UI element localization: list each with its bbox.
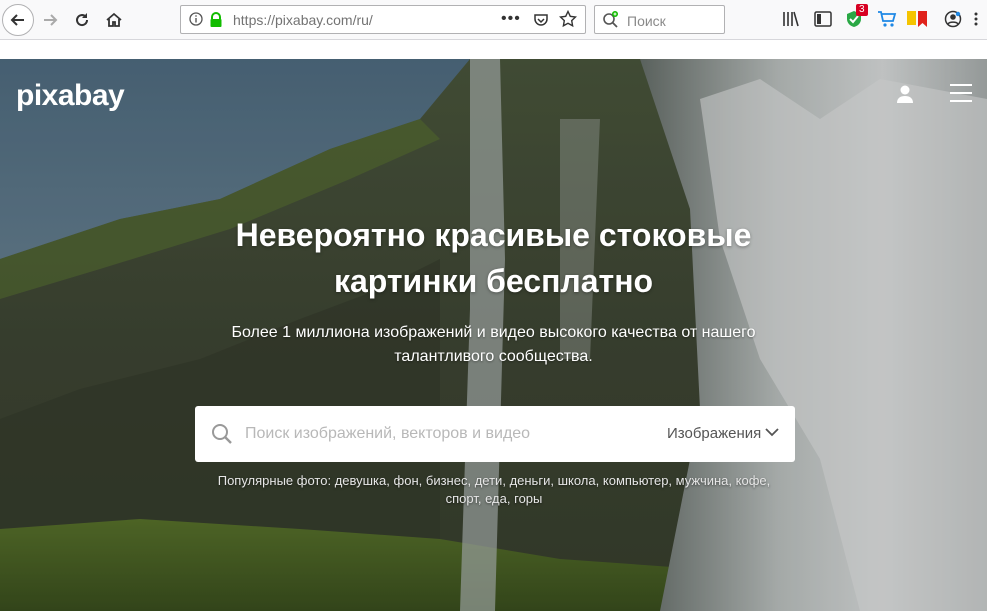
popular-tag-link[interactable]: дети [475,473,503,488]
hero-search-box: Изображения [195,406,795,462]
account-icon[interactable] [942,8,964,30]
popular-tag-link[interactable]: девушка [335,473,387,488]
browser-toolbar: https://pixabay.com/ru/ ••• Поиск 3 [0,0,987,40]
back-button[interactable] [2,4,34,36]
hero-section: pixabay Невероятно красивые стоковые кар… [0,59,987,611]
headline-line-1: Невероятно красивые стоковые [235,217,752,253]
forward-button[interactable] [34,4,66,36]
sidebar-toggle-icon[interactable] [812,8,834,30]
popular-tags: Популярные фото: девушка, фон, бизнес, д… [205,472,783,508]
popular-tag-link[interactable]: фон [394,473,419,488]
popular-tag-link[interactable]: кофе [736,473,767,488]
user-icon [897,85,913,103]
popular-tag-link[interactable]: компьютер [603,473,669,488]
home-button[interactable] [98,4,130,36]
info-icon[interactable] [189,12,203,26]
bookmark-extension-icon[interactable] [906,8,928,30]
reload-icon [76,13,89,27]
browser-search-field[interactable]: Поиск [594,5,725,34]
lock-icon[interactable] [209,12,223,28]
popular-tag-link[interactable]: школа [558,473,596,488]
hero-headline: Невероятно красивые стоковые картинки бе… [200,212,787,304]
headline-line-2: картинки бесплатно [333,263,654,299]
pixabay-logo[interactable]: pixabay [16,79,125,113]
search-icon[interactable] [210,422,234,446]
reload-button[interactable] [66,4,98,36]
star-icon[interactable] [559,10,577,28]
url-text[interactable]: https://pixabay.com/ru/ [233,12,373,28]
pocket-icon[interactable] [533,12,549,28]
url-bar[interactable]: https://pixabay.com/ru/ ••• [180,5,586,34]
subhead-line-1: Более 1 миллиона изображений и видео выс… [231,324,756,341]
library-icon[interactable] [780,8,802,30]
hero-search-input[interactable] [245,420,625,448]
home-icon [106,12,122,27]
hero-subheadline: Более 1 миллиона изображений и видео выс… [200,321,787,369]
search-icon [603,11,618,28]
cart-icon[interactable] [876,8,898,30]
popular-tag-link[interactable]: еда [485,491,507,506]
popular-tag-link[interactable]: мужчина [676,473,729,488]
chevron-down-icon[interactable] [765,428,779,437]
arrow-right-icon [44,14,58,26]
popular-tag-link[interactable]: спорт [446,491,478,506]
popular-tag-link[interactable]: бизнес [426,473,468,488]
subhead-line-2: талантливого сообщества. [394,348,593,365]
browser-search-placeholder: Поиск [627,13,666,29]
overflow-menu-icon[interactable] [970,8,982,30]
media-type-select[interactable]: Изображения [667,425,761,442]
popular-tag-link[interactable]: горы [514,491,542,506]
user-button[interactable] [894,83,916,110]
notification-badge: 3 [856,4,868,16]
hamburger-menu-icon[interactable] [950,84,972,102]
popular-tag-link[interactable]: деньги [510,473,551,488]
page-actions-icon[interactable]: ••• [501,10,521,28]
popular-tags-list: девушка, фон, бизнес, дети, деньги, школ… [334,473,771,506]
popular-label: Популярные фото: [217,473,332,488]
arrow-left-icon [10,14,24,26]
